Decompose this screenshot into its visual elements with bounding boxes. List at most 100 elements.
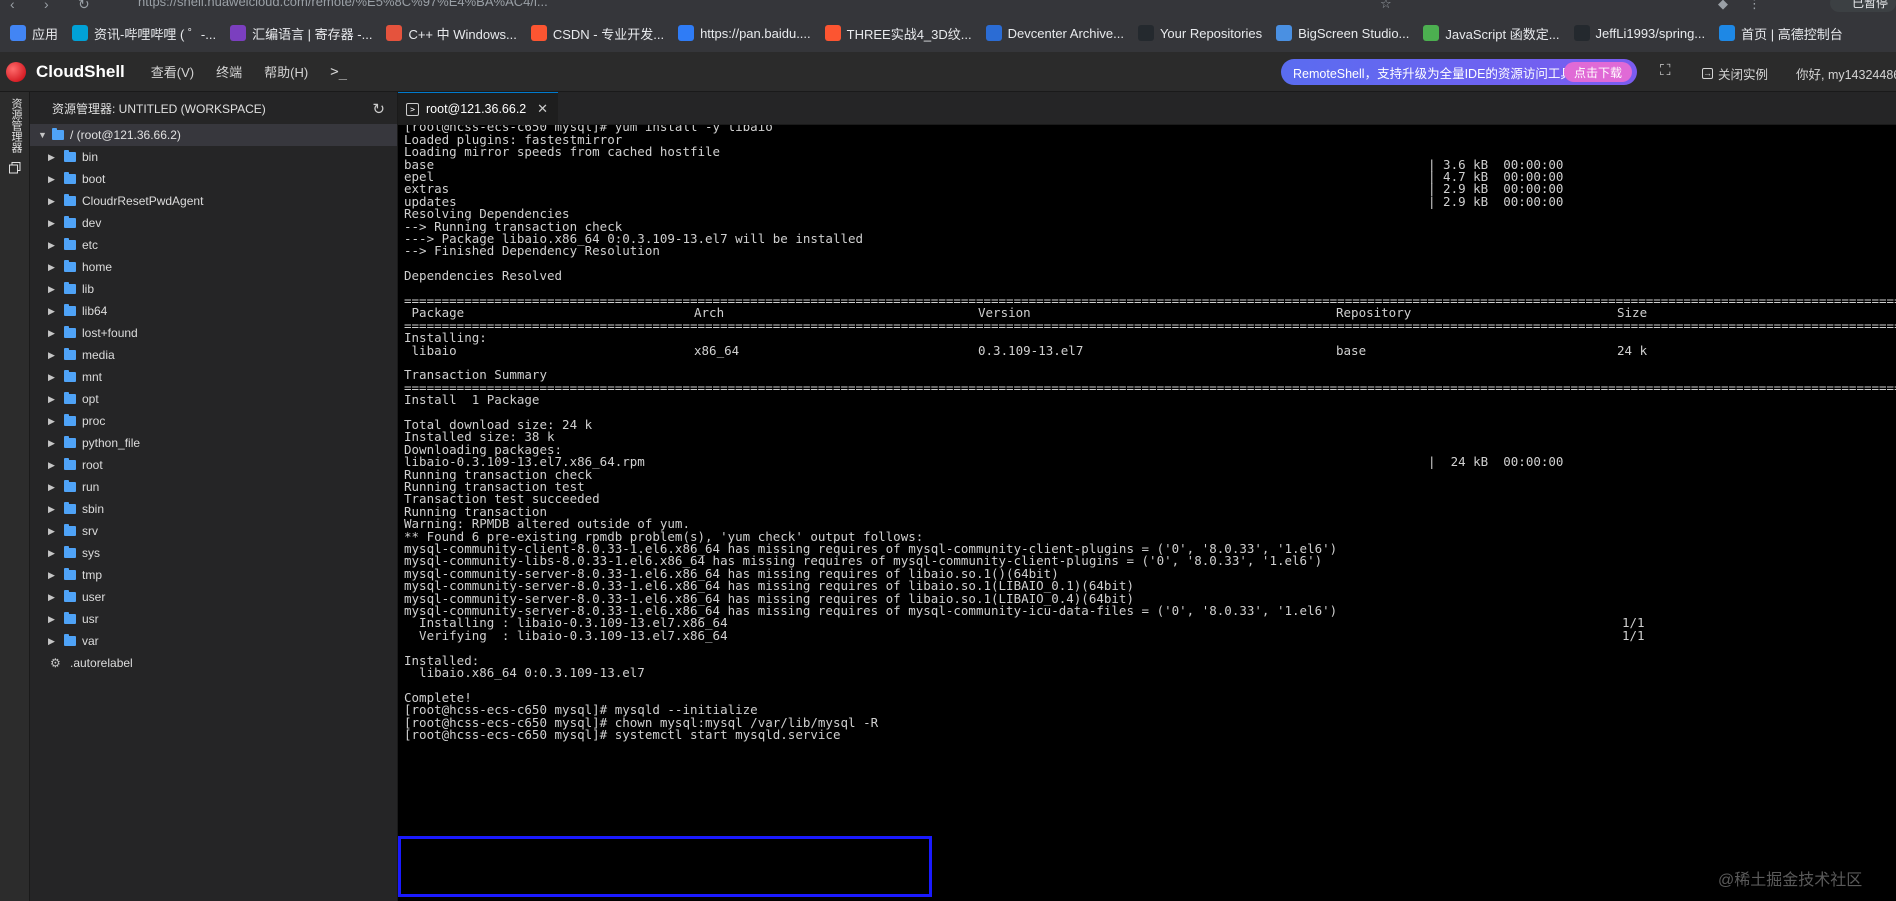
- bookmark-item[interactable]: 汇编语言 | 寄存器 -...: [230, 24, 372, 43]
- folder-icon: [64, 414, 76, 426]
- promo-download-button[interactable]: 点击下载: [1563, 62, 1632, 82]
- terminal-output[interactable]: @稀土掘金技术社区 mysqld: error while loading sh…: [398, 125, 1896, 901]
- file-tree: ▶ bin ▶ boot ▶ CloudrResetPwdAgent ▶ dev ▶ etc ▶ ho…: [30, 146, 397, 674]
- chevron-right-icon: ▶: [48, 525, 55, 536]
- bookmark-item[interactable]: BigScreen Studio...: [1276, 25, 1409, 41]
- bookmark-item[interactable]: THREE实战4_3D纹...: [824, 24, 972, 43]
- tree-folder-home[interactable]: ▶ home: [30, 256, 397, 278]
- bookmark-item[interactable]: JavaScript 函数定...: [1423, 24, 1560, 43]
- bookmark-item[interactable]: CSDN - 专业开发...: [530, 24, 664, 43]
- forward-icon[interactable]: ›: [44, 0, 49, 12]
- address-bar-url[interactable]: https://shell.huaweicloud.com/remote/%E5…: [138, 0, 548, 9]
- chevron-right-icon: ▶: [48, 371, 55, 382]
- close-instance-button[interactable]: → 关闭实例: [1702, 64, 1768, 83]
- tree-folder-sbin[interactable]: ▶ sbin: [30, 498, 397, 520]
- tree-folder-python-file[interactable]: ▶ python_file: [30, 432, 397, 454]
- tree-folder-run[interactable]: ▶ run: [30, 476, 397, 498]
- tab-terminal[interactable]: > root@121.36.66.2 ✕: [398, 92, 558, 125]
- table-cell-arch: x86_64: [694, 342, 740, 358]
- tree-item-label: opt: [82, 392, 99, 406]
- tree-folder-bin[interactable]: ▶ bin: [30, 146, 397, 168]
- bookmark-item[interactable]: 应用: [10, 24, 58, 43]
- bookmark-label: 资讯-哔哩哔哩 ( ゜-...: [94, 26, 217, 42]
- tree-item-label: bin: [82, 150, 99, 164]
- reload-icon[interactable]: ↻: [78, 0, 90, 13]
- folder-icon: [64, 612, 76, 624]
- verify-progress: 1/1: [1622, 627, 1645, 643]
- explorer-activity-label[interactable]: 资源管理器: [8, 98, 22, 153]
- close-instance-label: 关闭实例: [1718, 68, 1769, 82]
- back-icon[interactable]: ‹: [10, 0, 15, 12]
- bookmark-label: Devcenter Archive...: [1007, 25, 1124, 41]
- tree-folder-lib[interactable]: ▶ lib: [30, 278, 397, 300]
- bookmark-favicon-icon: [678, 25, 695, 41]
- bookmark-favicon-icon: [1423, 25, 1440, 41]
- fullscreen-icon[interactable]: ⛶: [1660, 62, 1671, 79]
- terminal-line: ========================================…: [404, 379, 1896, 395]
- chevron-right-icon: ▶: [48, 437, 55, 448]
- tree-folder-lib64[interactable]: ▶ lib64: [30, 300, 397, 322]
- bookmarks-bar: 应用 资讯-哔哩哔哩 ( ゜-... 汇编语言 | 寄存器 -... C++ 中 Wi…: [0, 14, 1896, 52]
- tree-item-label: lib64: [82, 304, 108, 318]
- terminal-tab-icon: >: [406, 102, 419, 116]
- bookmark-item[interactable]: 首页 | 高德控制台: [1719, 24, 1843, 43]
- bookmark-item[interactable]: https://pan.baidu....: [678, 25, 811, 41]
- menu-view[interactable]: 查看(V): [151, 62, 194, 81]
- tree-file-autorelabel[interactable]: ⚙ .autorelabel: [30, 652, 397, 674]
- bookmark-item[interactable]: Devcenter Archive...: [985, 25, 1124, 41]
- tree-folder-proc[interactable]: ▶ proc: [30, 410, 397, 432]
- tree-folder-var[interactable]: ▶ var: [30, 630, 397, 652]
- menu-terminal[interactable]: 终端: [216, 62, 242, 81]
- tab-label: root@121.36.66.2: [426, 102, 527, 116]
- bookmark-item[interactable]: 资讯-哔哩哔哩 ( ゜-...: [72, 24, 216, 43]
- table-cell-repository: base: [1336, 342, 1367, 358]
- terminal-icon[interactable]: >_: [330, 64, 347, 80]
- chevron-right-icon: ▶: [48, 283, 55, 294]
- tree-folder-media[interactable]: ▶ media: [30, 344, 397, 366]
- tree-item-label: sbin: [82, 502, 105, 516]
- chevron-right-icon: ▶: [48, 569, 55, 580]
- bookmark-favicon-icon: [1137, 25, 1154, 41]
- profile-button[interactable]: 已暂停: [1829, 0, 1896, 12]
- tree-folder-etc[interactable]: ▶ etc: [30, 234, 397, 256]
- tree-root[interactable]: ▼ / (root@121.36.66.2): [30, 124, 397, 146]
- menu-help[interactable]: 帮助(H): [264, 62, 308, 81]
- tree-folder-mnt[interactable]: ▶ mnt: [30, 366, 397, 388]
- folder-icon: [64, 216, 76, 228]
- tree-item-label: mnt: [82, 370, 103, 384]
- remoteshell-promo-banner[interactable]: RemoteShell，支持升级为全量IDE的资源访问工具 点击下载: [1281, 59, 1637, 85]
- tree-folder-sys[interactable]: ▶ sys: [30, 542, 397, 564]
- tree-folder-user[interactable]: ▶ user: [30, 586, 397, 608]
- terminal-line: Loading mirror speeds from cached hostfi…: [404, 144, 721, 160]
- files-icon[interactable]: [9, 162, 21, 174]
- chevron-right-icon: ▶: [48, 393, 55, 404]
- tree-folder-tmp[interactable]: ▶ tmp: [30, 564, 397, 586]
- folder-icon: [64, 282, 76, 294]
- bookmark-star-icon[interactable]: ☆: [1380, 0, 1392, 12]
- bookmark-item[interactable]: Your Repositories: [1137, 25, 1262, 41]
- tree-item-label: media: [82, 348, 115, 362]
- terminal-line: Install 1 Package: [404, 392, 540, 408]
- cloudshell-logo[interactable]: CloudShell: [6, 61, 125, 82]
- bookmark-item[interactable]: C++ 中 Windows...: [386, 24, 517, 43]
- tree-folder-root[interactable]: ▶ root: [30, 454, 397, 476]
- chevron-right-icon: ▶: [48, 217, 55, 228]
- tree-folder-usr[interactable]: ▶ usr: [30, 608, 397, 630]
- promo-text: RemoteShell，支持升级为全量IDE的资源访问工具: [1293, 66, 1573, 81]
- tree-folder-dev[interactable]: ▶ dev: [30, 212, 397, 234]
- refresh-icon[interactable]: ↻: [372, 100, 385, 118]
- chevron-right-icon: ▶: [48, 481, 55, 492]
- tree-folder-srv[interactable]: ▶ srv: [30, 520, 397, 542]
- bookmark-item[interactable]: JeffLi1993/spring...: [1573, 25, 1705, 41]
- user-greeting[interactable]: 你好, my14324486: [1796, 64, 1896, 83]
- tree-folder-opt[interactable]: ▶ opt: [30, 388, 397, 410]
- close-icon[interactable]: ✕: [537, 101, 548, 117]
- tree-folder-boot[interactable]: ▶ boot: [30, 168, 397, 190]
- extension-icon[interactable]: ◆: [1718, 0, 1728, 12]
- tree-folder-cloudrresetpwdagent[interactable]: ▶ CloudrResetPwdAgent: [30, 190, 397, 212]
- tree-folder-lost-found[interactable]: ▶ lost+found: [30, 322, 397, 344]
- tree-root-label: / (root@121.36.66.2): [70, 128, 181, 142]
- tree-item-label: srv: [82, 524, 98, 538]
- folder-icon: [64, 326, 76, 338]
- menu-dots-icon[interactable]: ⋮: [1748, 0, 1761, 12]
